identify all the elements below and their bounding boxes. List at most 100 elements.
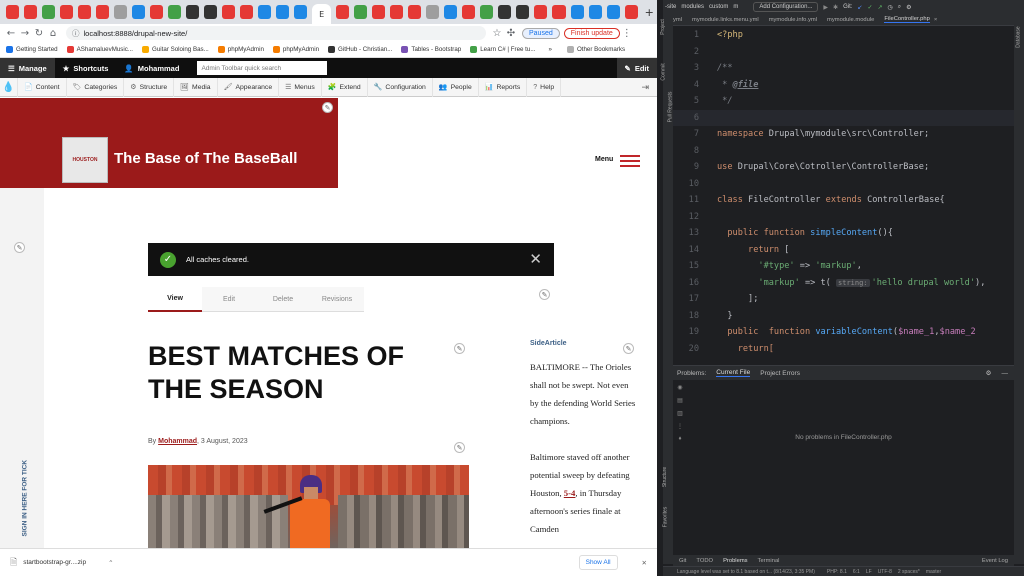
bookmark-item[interactable]: phpMyAdmin [217, 46, 264, 53]
browser-tab[interactable] [426, 5, 440, 19]
browser-tab[interactable] [294, 5, 308, 19]
contextual-edit-icon[interactable]: ✎ [539, 289, 550, 300]
site-logo[interactable]: HOUSTON [62, 137, 108, 183]
breadcrumb-item[interactable]: custom [709, 4, 728, 10]
status-widget[interactable]: UTF-8 [878, 569, 892, 575]
tool-button-git[interactable]: Git [679, 558, 686, 564]
bookmark-item[interactable]: Getting Started [6, 46, 58, 53]
browser-tab[interactable] [276, 5, 290, 19]
admin-menu-item[interactable]: 🧩 Extend [322, 77, 368, 97]
tool-window-commit[interactable]: Commit [661, 63, 667, 80]
status-widget[interactable]: LF [866, 569, 872, 575]
bookmark-item[interactable]: Guitar Soloing Bas... [142, 46, 209, 53]
debug-icon[interactable]: ✱ [833, 4, 838, 11]
tool-button-todo[interactable]: TODO [696, 558, 713, 564]
browser-tab[interactable] [41, 5, 55, 19]
browser-tab[interactable] [95, 5, 109, 19]
database-tool-button[interactable]: Database [1016, 26, 1022, 47]
browser-tab[interactable] [185, 5, 200, 19]
bookmark-item[interactable]: Tables - Bootstrap [401, 46, 461, 53]
site-name[interactable]: The Base of The BaseBall [114, 150, 297, 167]
eye-icon[interactable]: ◉ [677, 384, 682, 391]
menu-hamburger-icon[interactable] [620, 155, 640, 157]
browser-tab[interactable] [372, 5, 386, 19]
tool-button-terminal[interactable]: Terminal [758, 558, 780, 564]
admin-menu-item[interactable]: 🔧 Configuration [368, 77, 433, 97]
admin-menu-item[interactable]: 🖌 Appearance [218, 77, 280, 97]
admin-menu-item[interactable]: ☰ Menus [279, 77, 322, 97]
browser-tab[interactable] [335, 5, 349, 19]
search-icon[interactable]: ⌕ [898, 4, 901, 11]
contextual-edit-icon[interactable]: ✎ [14, 242, 25, 253]
run-icon[interactable]: ▶ [823, 4, 828, 11]
home-icon[interactable]: ⌂ [46, 28, 60, 39]
tab-view[interactable]: View [148, 287, 202, 312]
signin-link[interactable]: SIGN IN HERE FOR TICK [22, 427, 29, 537]
browser-tab[interactable] [408, 5, 422, 19]
browser-tab[interactable] [534, 5, 548, 19]
admin-menu-item[interactable]: 🖼 Media [174, 77, 218, 97]
show-all-button[interactable]: Show All [578, 555, 618, 570]
shortcuts-button[interactable]: ★ Shortcuts [55, 58, 117, 78]
minimize-icon[interactable]: — [1002, 370, 1009, 377]
reload-icon[interactable]: ↻ [32, 28, 46, 39]
collapse-icon[interactable]: ⇥ [641, 82, 649, 93]
event-log-button[interactable]: Event Log [982, 558, 1008, 564]
admin-search-input[interactable]: Admin Toolbar quick search [197, 61, 328, 75]
browser-tab[interactable] [167, 5, 181, 19]
bookmark-item[interactable]: AShamaluevMusic... [66, 46, 133, 53]
extensions-icon[interactable]: ✣ [504, 28, 518, 39]
contextual-edit-icon[interactable]: ✎ [454, 442, 465, 453]
chevron-up-icon[interactable]: ⌃ [108, 559, 113, 567]
author-link[interactable]: Mohammad [158, 438, 197, 445]
browser-tab[interactable] [353, 5, 368, 19]
back-icon[interactable]: ← [4, 28, 18, 39]
close-icon[interactable]: × [934, 17, 937, 23]
admin-menu-item[interactable]: ? Help [527, 77, 562, 97]
browser-tab[interactable] [23, 5, 37, 19]
admin-menu-item[interactable]: 👥 People [433, 77, 479, 97]
menu-icon[interactable]: ⋮ [620, 28, 634, 39]
score-link[interactable]: 5-4 [564, 488, 576, 498]
status-widget[interactable]: 2 spaces* [898, 569, 920, 575]
browser-tab-active[interactable]: E [312, 4, 331, 24]
settings-icon[interactable]: ⚙ [906, 4, 911, 11]
browser-tab[interactable] [588, 5, 602, 19]
tab-revisions[interactable]: Revisions [310, 287, 364, 312]
tab-project-errors[interactable]: Project Errors [760, 370, 800, 377]
admin-menu-item[interactable]: 📊 Reports [479, 77, 528, 97]
browser-tab[interactable] [516, 5, 530, 19]
browser-tab[interactable] [149, 5, 163, 19]
browser-tab[interactable] [462, 5, 476, 19]
browser-tab[interactable] [498, 5, 512, 19]
editor-tab[interactable]: mymodule.module [827, 17, 874, 23]
git-update-icon[interactable]: ↙ [857, 4, 862, 11]
bookmark-item[interactable]: Learn C# | Free tu... [470, 46, 536, 53]
browser-tab[interactable] [204, 5, 218, 19]
admin-menu-item[interactable]: ⚙ Structure [124, 77, 175, 97]
editor-tab[interactable]: yml [673, 17, 682, 23]
url-field[interactable]: ⓘ localhost:8888/drupal-new-site/ [66, 26, 486, 40]
star-icon[interactable]: ☆ [490, 28, 504, 39]
admin-menu-item[interactable]: 📄 Content [18, 77, 67, 97]
browser-tab[interactable] [5, 5, 19, 19]
browser-tab[interactable] [113, 5, 127, 19]
new-tab-icon[interactable]: + [643, 5, 656, 19]
user-button[interactable]: 👤 Mohammad [116, 58, 187, 78]
browser-tab[interactable] [552, 5, 566, 19]
editor-tab[interactable]: mymodule.info.yml [769, 17, 817, 23]
browser-tab[interactable] [570, 5, 584, 19]
history-icon[interactable]: ◷ [888, 4, 893, 11]
status-widget[interactable]: PHP: 8.1 [827, 569, 847, 575]
other-bookmarks[interactable]: Other Bookmarks [566, 46, 625, 53]
manage-button[interactable]: ☰ Manage [0, 58, 55, 78]
tool-button-problems[interactable]: Problems [723, 558, 747, 564]
breadcrumb-item[interactable]: m [733, 4, 738, 10]
status-widget[interactable]: 6:1 [853, 569, 860, 575]
bookmark-item[interactable]: GitHub - Christian... [328, 46, 392, 53]
code-editor[interactable]: 1 <?php 3 /** 4 * @file 5 */ 6 7 namespace … [673, 27, 1014, 359]
edit-button[interactable]: ✎ Edit [616, 58, 657, 78]
browser-tab[interactable] [444, 5, 458, 19]
tab-edit[interactable]: Edit [202, 287, 256, 312]
bookmarks-overflow-icon[interactable]: » [549, 46, 552, 53]
